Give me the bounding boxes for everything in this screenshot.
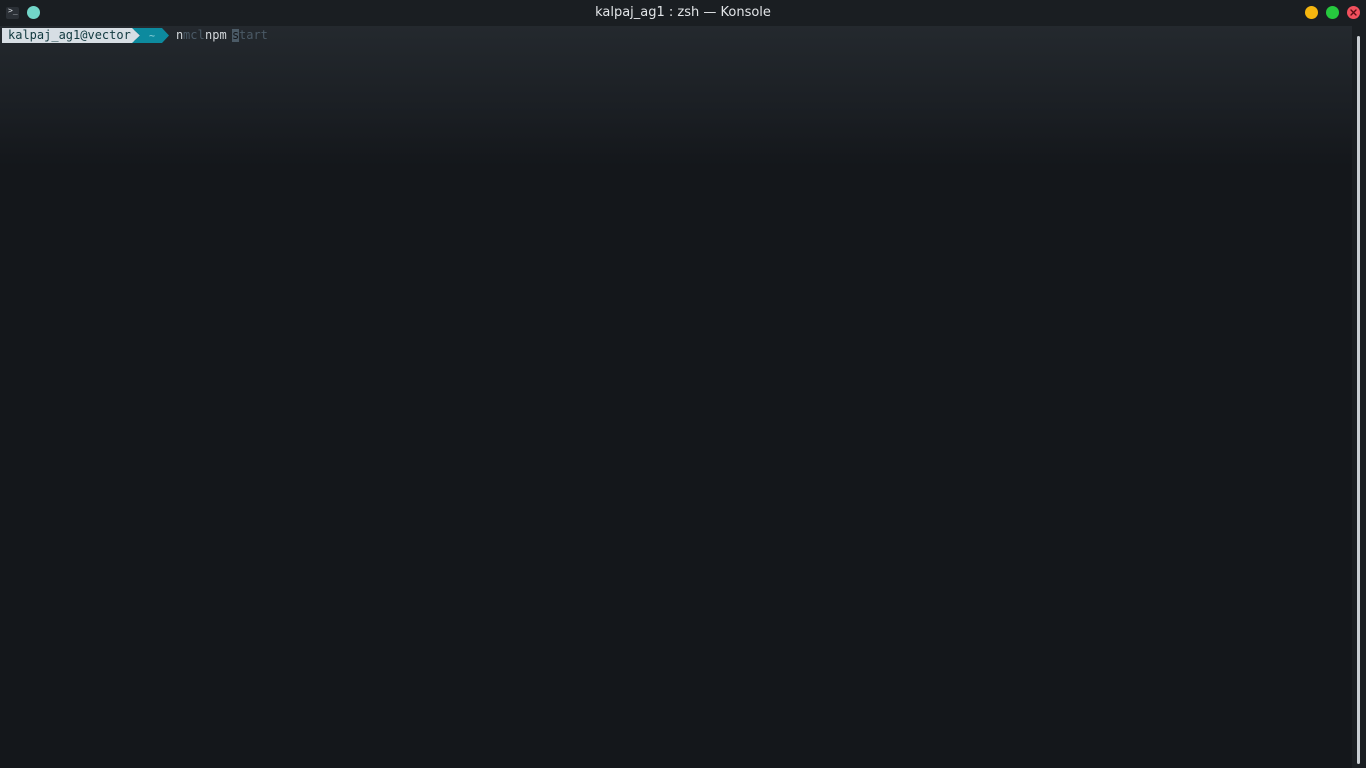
scrollbar[interactable] bbox=[1352, 26, 1366, 768]
title-bar[interactable]: >_ kalpaj_ag1 : zsh — Konsole bbox=[0, 0, 1366, 26]
close-button[interactable] bbox=[1347, 6, 1360, 19]
prompt-dir-segment: ~ bbox=[132, 28, 169, 43]
text-cursor: s bbox=[232, 28, 239, 42]
close-icon bbox=[1350, 9, 1357, 16]
command-suggestion-tail: tart bbox=[239, 28, 268, 42]
prompt-dir: ~ bbox=[149, 31, 155, 42]
window-title: kalpaj_ag1 : zsh — Konsole bbox=[595, 5, 771, 20]
maximize-button[interactable] bbox=[1326, 6, 1339, 19]
scrollbar-handle[interactable] bbox=[1357, 36, 1360, 764]
command-suggestion-mid: mcl bbox=[183, 28, 205, 42]
command-typed-main: npm bbox=[205, 28, 227, 42]
konsole-window: >_ kalpaj_ag1 : zsh — Konsole kalpaj_ag1… bbox=[0, 0, 1366, 768]
terminal-area[interactable]: kalpaj_ag1@vector ~ n mcl npm s tart bbox=[0, 26, 1352, 768]
prompt-user-host: kalpaj_ag1@vector bbox=[8, 28, 131, 42]
minimize-button[interactable] bbox=[1305, 6, 1318, 19]
